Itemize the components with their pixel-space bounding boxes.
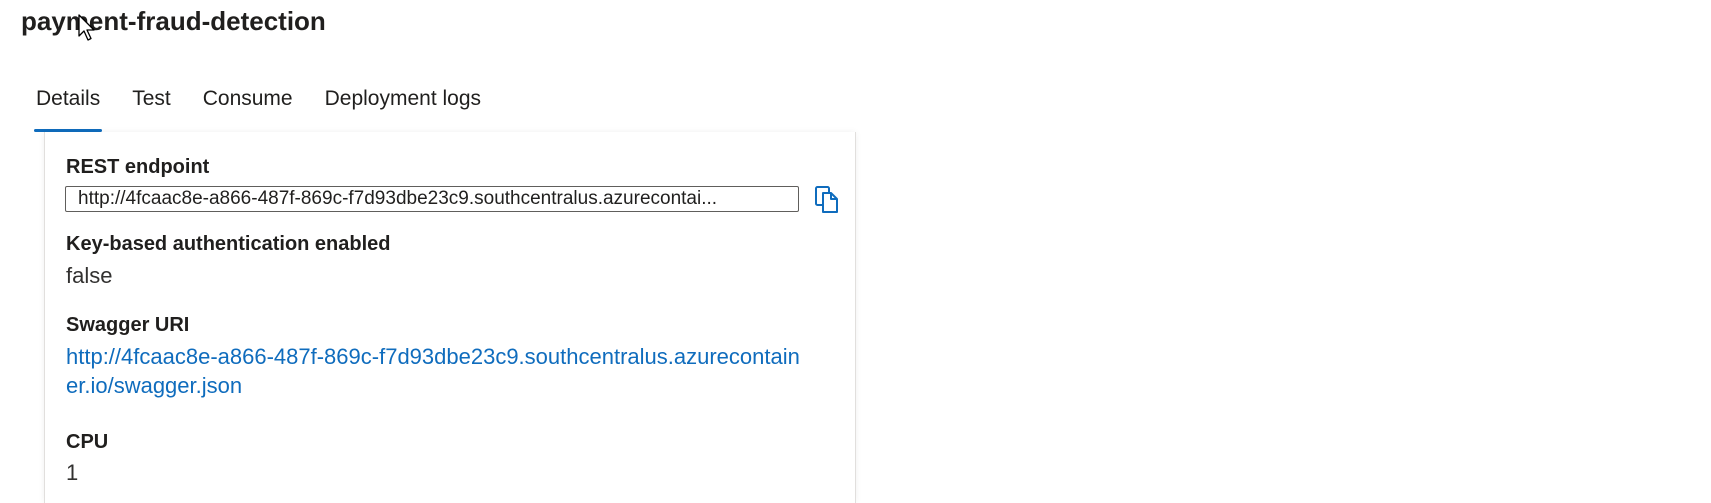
rest-endpoint-label: REST endpoint: [66, 156, 210, 178]
key-auth-value: false: [66, 263, 113, 288]
tab-details[interactable]: Details: [20, 78, 116, 132]
cpu-label: CPU: [66, 431, 109, 453]
deployment-details-page: payment-fraud-detection Details Test Con…: [0, 0, 1711, 503]
tab-deployment-logs[interactable]: Deployment logs: [309, 78, 497, 132]
details-panel: REST endpoint http://4fcaac8e-a866-487f-…: [44, 132, 856, 503]
tab-bar: Details Test Consume Deployment logs: [20, 78, 497, 132]
tab-test[interactable]: Test: [116, 78, 187, 132]
mouse-pointer-icon: [78, 14, 95, 41]
key-auth-label: Key-based authentication enabled: [66, 233, 391, 255]
rest-endpoint-field[interactable]: http://4fcaac8e-a866-487f-869c-f7d93dbe2…: [65, 186, 799, 212]
swagger-uri-label: Swagger URI: [66, 314, 190, 336]
tab-consume[interactable]: Consume: [187, 78, 309, 132]
page-title: payment-fraud-detection: [21, 6, 326, 36]
copy-icon[interactable]: [813, 185, 841, 215]
cpu-value: 1: [66, 460, 79, 485]
swagger-uri-link[interactable]: http://4fcaac8e-a866-487f-869c-f7d93dbe2…: [66, 342, 806, 400]
